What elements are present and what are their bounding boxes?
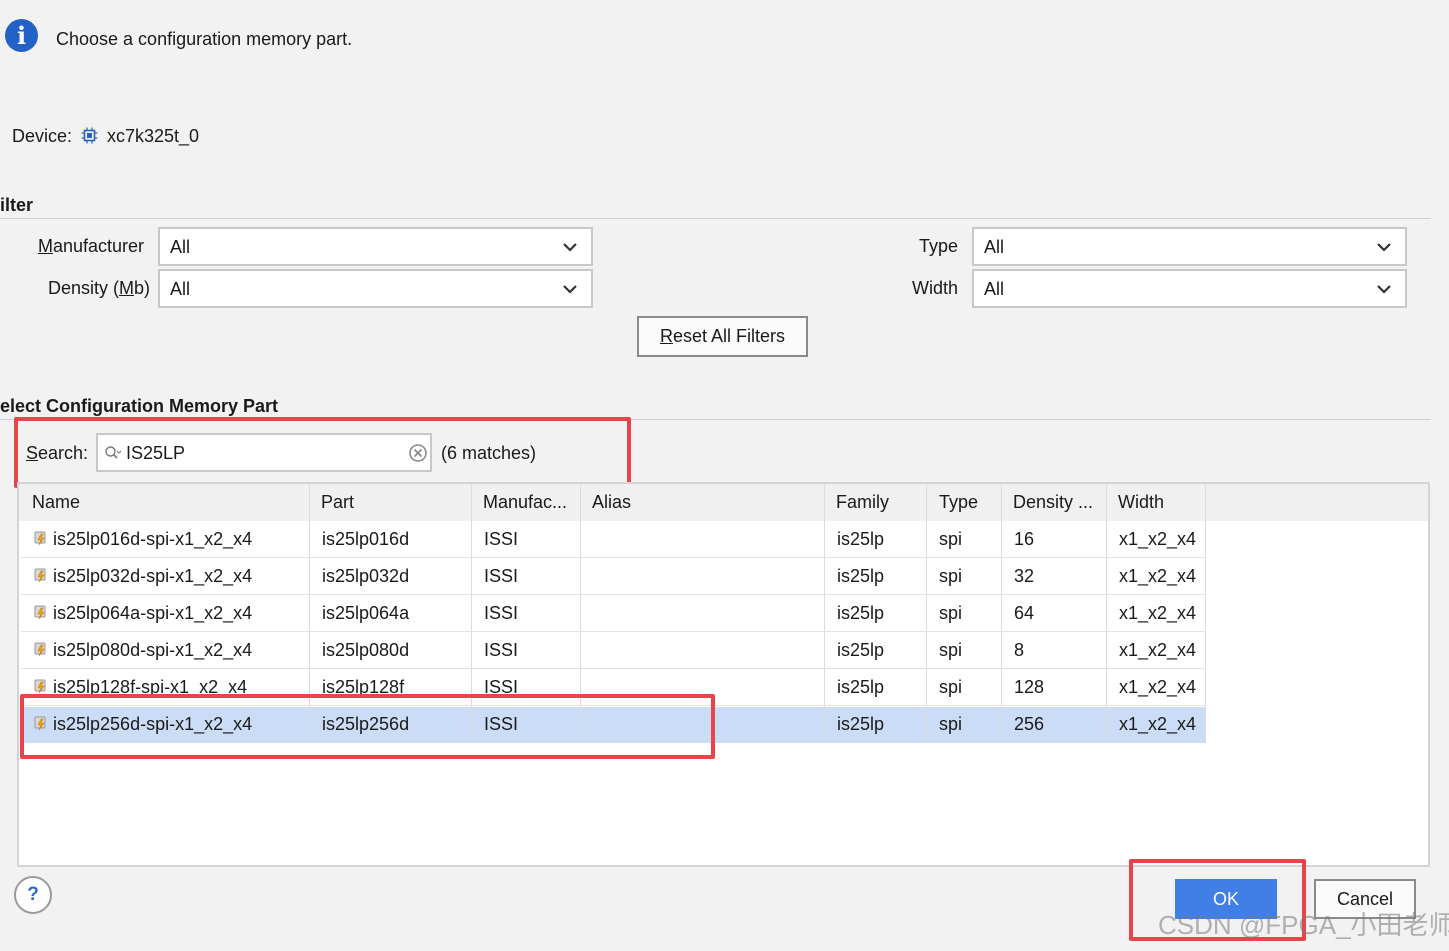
width-label: Width: [911, 278, 958, 298]
type-dropdown[interactable]: All: [972, 227, 1407, 266]
cell-name: is25lp032d-spi-x1_x2_x4: [53, 566, 253, 586]
flash-memory-icon: [34, 679, 46, 694]
cell-width: x1_x2_x4: [1119, 603, 1197, 623]
width-value: All: [984, 279, 1005, 299]
column-header-density[interactable]: Density ...: [1013, 492, 1093, 513]
cell-name: is25lp016d-spi-x1_x2_x4: [53, 529, 253, 549]
cell-width: x1_x2_x4: [1119, 714, 1197, 734]
cell-width: x1_x2_x4: [1119, 640, 1197, 660]
cell-density: 16: [1014, 529, 1035, 549]
cell-part: is25lp016d: [322, 529, 410, 549]
cell-name: is25lp064a-spi-x1_x2_x4: [53, 603, 253, 623]
column-header-manufacturer[interactable]: Manufac...: [483, 492, 567, 513]
cell-type: spi: [939, 714, 963, 734]
cell-density: 8: [1014, 640, 1025, 660]
search-highlight-box: [14, 417, 631, 488]
cell-family: is25lp: [837, 714, 885, 734]
cell-part: is25lp080d: [322, 640, 410, 660]
density-label: Density (Mb): [47, 278, 150, 298]
cell-family: is25lp: [837, 677, 885, 697]
type-label: Type: [918, 236, 958, 256]
reset-filters-button[interactable]: Reset All Filters: [637, 316, 808, 357]
cell-density: 128: [1014, 677, 1045, 697]
cell-width: x1_x2_x4: [1119, 677, 1197, 697]
type-value: All: [984, 237, 1005, 257]
cell-width: x1_x2_x4: [1119, 566, 1197, 586]
chip-icon: [81, 127, 98, 144]
cell-width: x1_x2_x4: [1119, 529, 1197, 549]
selected-row-highlight-box: [20, 694, 715, 759]
cell-name: is25lp080d-spi-x1_x2_x4: [53, 640, 253, 660]
manufacturer-value: All: [170, 237, 191, 257]
select-section-title: elect Configuration Memory Part: [0, 396, 279, 416]
flash-memory-icon: [34, 605, 46, 620]
cell-part: is25lp032d: [322, 566, 410, 586]
width-dropdown[interactable]: All: [972, 269, 1407, 308]
info-message: Choose a configuration memory part.: [56, 29, 353, 49]
cell-type: spi: [939, 640, 963, 660]
cell-density: 256: [1014, 714, 1045, 734]
cell-part: is25lp064a: [322, 603, 410, 623]
chevron-down-icon: [1377, 243, 1391, 252]
info-icon: i: [5, 19, 38, 52]
cell-manufacturer: ISSI: [484, 603, 519, 623]
flash-memory-icon: [34, 568, 46, 583]
table-header: [19, 484, 1428, 521]
cell-manufacturer: ISSI: [484, 640, 519, 660]
cell-manufacturer: ISSI: [484, 529, 519, 549]
device-label: Device:: [12, 126, 73, 146]
manufacturer-label: Manufacturer: [37, 236, 144, 256]
column-header-part[interactable]: Part: [321, 492, 354, 513]
column-header-alias[interactable]: Alias: [592, 492, 631, 513]
cell-family: is25lp: [837, 640, 885, 660]
column-header-name[interactable]: Name: [32, 492, 80, 513]
cell-manufacturer: ISSI: [484, 566, 519, 586]
cell-type: spi: [939, 566, 963, 586]
filter-divider: [0, 218, 1431, 219]
manufacturer-dropdown[interactable]: All: [158, 227, 593, 266]
column-header-type[interactable]: Type: [939, 492, 978, 513]
cell-family: is25lp: [837, 529, 885, 549]
watermark: CSDN @FPGA_小田老师: [1158, 910, 1449, 940]
cell-type: spi: [939, 603, 963, 623]
flash-memory-icon: [34, 642, 46, 657]
cell-density: 32: [1014, 566, 1035, 586]
flash-memory-icon: [34, 531, 46, 546]
column-header-width[interactable]: Width: [1118, 492, 1164, 513]
cell-type: spi: [939, 677, 963, 697]
help-button[interactable]: ?: [14, 876, 52, 914]
device-value: xc7k325t_0: [107, 126, 200, 146]
chevron-down-icon: [563, 285, 577, 294]
chevron-down-icon: [1377, 285, 1391, 294]
cell-density: 64: [1014, 603, 1035, 623]
cell-family: is25lp: [837, 603, 885, 623]
filter-section-title: ilter: [0, 195, 34, 215]
cell-family: is25lp: [837, 566, 885, 586]
chevron-down-icon: [563, 243, 577, 252]
column-header-family[interactable]: Family: [836, 492, 889, 513]
density-dropdown[interactable]: All: [158, 269, 593, 308]
density-value: All: [170, 279, 191, 299]
cell-type: spi: [939, 529, 963, 549]
